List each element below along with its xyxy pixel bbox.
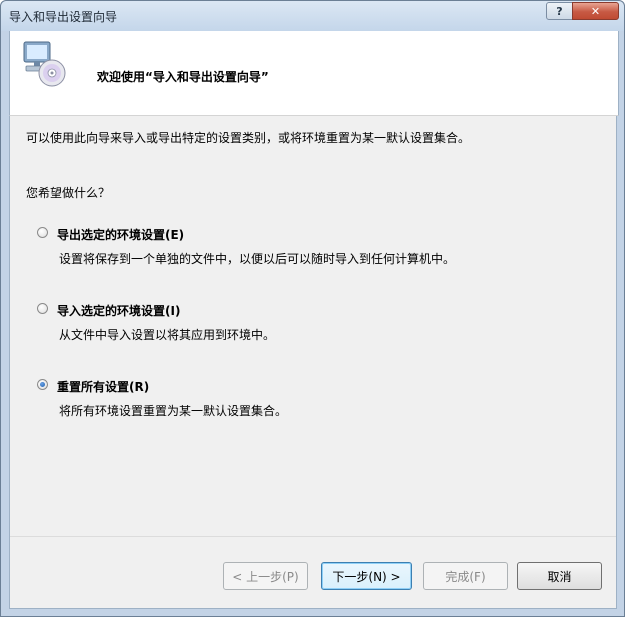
help-button[interactable]: ? [546, 2, 573, 20]
wizard-window: 导入和导出设置向导 ? ✕ 欢迎使用“导入和导出设置向导” 可以使用此向导来导入… [0, 0, 625, 617]
question-text: 您希望做什么？ [26, 186, 111, 200]
window-title: 导入和导出设置向导 [9, 10, 118, 24]
radio-reset[interactable] [37, 379, 48, 390]
wizard-title: 欢迎使用“导入和导出设置向导” [97, 70, 269, 84]
footer-divider [10, 536, 616, 537]
description-text: 可以使用此向导来导入或导出特定的设置类别，或将环境重置为某一默认设置集合。 [26, 131, 471, 145]
radio-import[interactable] [37, 303, 48, 314]
wizard-header: 欢迎使用“导入和导出设置向导” [9, 31, 619, 116]
cancel-button[interactable]: 取消 [517, 562, 602, 590]
title-bar[interactable]: 导入和导出设置向导 ? ✕ [1, 1, 624, 31]
finish-button[interactable]: 完成(F) [423, 562, 508, 590]
option-export-description: 设置将保存到一个单独的文件中，以便以后可以随时导入到任何计算机中。 [59, 252, 456, 266]
help-icon: ? [556, 4, 563, 18]
previous-button[interactable]: < 上一步(P) [223, 562, 308, 590]
wizard-content: 可以使用此向导来导入或导出特定的设置类别，或将环境重置为某一默认设置集合。 您希… [9, 116, 617, 536]
radio-export[interactable] [37, 227, 48, 238]
option-reset-description: 将所有环境设置重置为某一默认设置集合。 [59, 404, 288, 418]
option-reset-label[interactable]: 重置所有设置(R) [57, 378, 149, 395]
option-import-description: 从文件中导入设置以将其应用到环境中。 [59, 328, 276, 342]
option-export-label[interactable]: 导出选定的环境设置(E) [57, 226, 184, 243]
close-icon: ✕ [590, 4, 601, 18]
option-import-label[interactable]: 导入选定的环境设置(I) [57, 302, 180, 319]
computer-cd-icon [23, 41, 66, 87]
next-button[interactable]: 下一步(N) > [321, 562, 412, 590]
close-button[interactable]: ✕ [572, 2, 619, 20]
wizard-footer: < 上一步(P) 下一步(N) > 完成(F) 取消 [9, 536, 617, 609]
